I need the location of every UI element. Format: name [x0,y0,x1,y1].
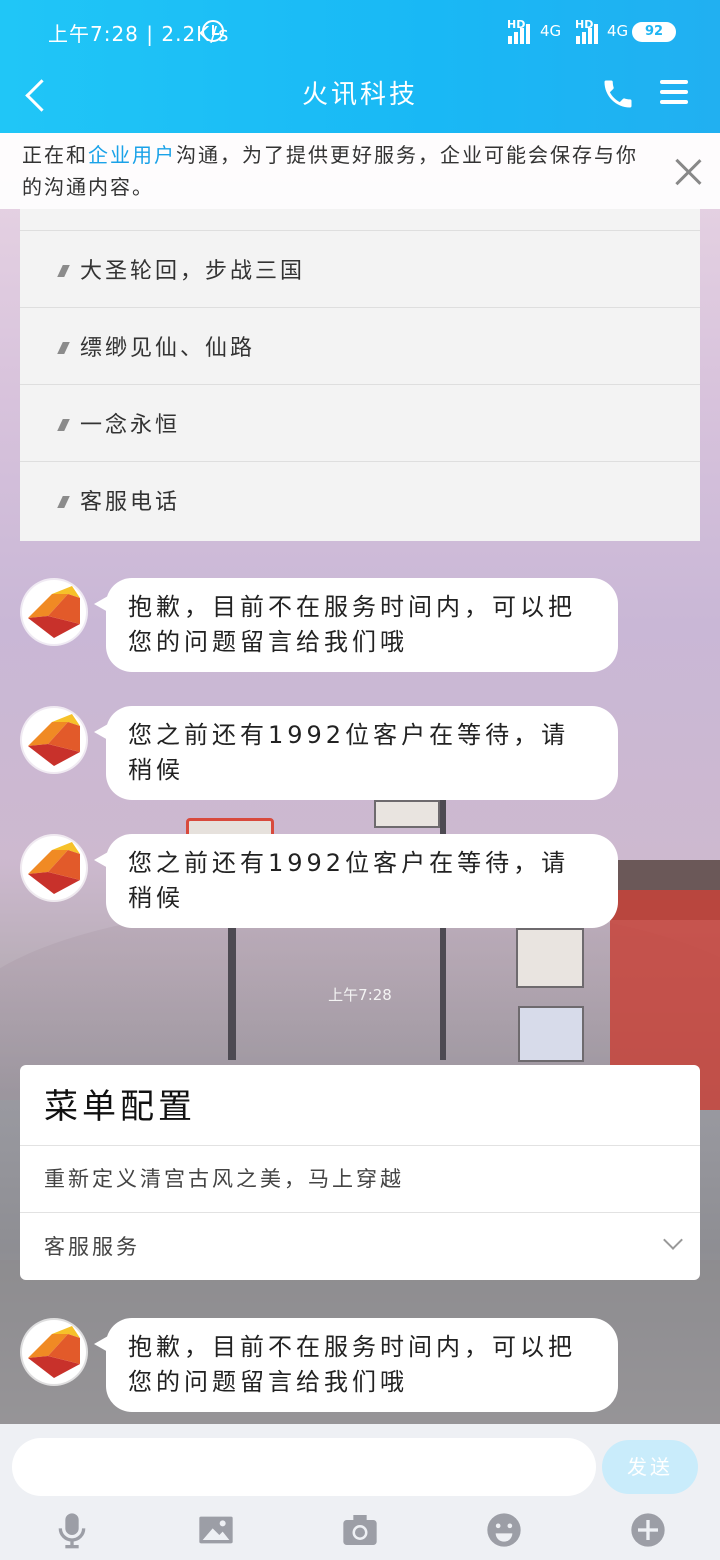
microphone-icon[interactable] [52,1510,92,1550]
emoji-icon[interactable] [484,1510,524,1550]
avatar[interactable] [22,1320,86,1384]
avatar[interactable] [22,708,86,772]
divider [20,1145,700,1146]
alarm-icon [202,20,224,42]
list-item[interactable]: 客服电话 [20,462,700,539]
bullet-icon [57,265,70,277]
network-type: 4G [540,22,562,40]
menu-list: 大圣轮回，步战三国 缥缈见仙、仙路 一念永恒 客服电话 [20,209,700,541]
menu-config-description[interactable]: 重新定义清宫古风之美，马上穿越 [44,1163,404,1193]
plus-icon[interactable] [628,1510,668,1550]
background-sign [374,800,440,828]
list-item[interactable]: 一念永恒 [20,385,700,462]
chat-header: 火讯科技 [0,66,720,133]
background-sign [518,1006,584,1062]
privacy-notice: 正在和企业用户沟通，为了提供更好服务，企业可能会保存与你的沟通内容。 [0,133,720,209]
message-bubble[interactable]: 您之前还有1992位客户在等待，请稍候 [94,706,618,800]
list-item-label: 一念永恒 [80,413,181,438]
notice-text: 正在和企业用户沟通，为了提供更好服务，企业可能会保存与你的沟通内容。 [22,139,652,203]
bullet-icon [57,342,70,354]
image-icon[interactable] [196,1510,236,1550]
bullet-icon [57,496,70,508]
battery-indicator: 92 [632,22,676,42]
top-bar: 上午7:28 | 2.2K/s HD 4G HD 4G 92 火讯科技 [0,0,720,133]
message-bubble[interactable]: 您之前还有1992位客户在等待，请稍候 [94,834,618,928]
status-bar: 上午7:28 | 2.2K/s HD 4G HD 4G 92 [0,0,720,66]
signal-icon [508,20,534,44]
camera-icon[interactable] [340,1510,380,1550]
notice-prefix: 正在和 [22,143,88,167]
menu-config-card: 菜单配置 重新定义清宫古风之美，马上穿越 客服服务 [20,1065,700,1280]
list-item-partial [20,209,700,231]
message-input[interactable] [12,1438,596,1496]
customer-service-option[interactable]: 客服服务 [44,1231,140,1261]
bullet-icon [57,419,70,431]
list-item-label: 客服电话 [80,490,181,515]
divider [20,1212,700,1213]
phone-icon[interactable] [600,76,636,112]
network-type: 4G [607,22,629,40]
input-toolbar [0,1508,720,1556]
menu-icon[interactable] [658,78,692,108]
background-sign [516,928,584,988]
message-timestamp: 上午7:28 [328,986,392,1004]
list-item-label: 缥缈见仙、仙路 [80,336,256,361]
message-bubble[interactable]: 抱歉，目前不在服务时间内，可以把您的问题留言给我们哦 [94,578,618,672]
list-item[interactable]: 缥缈见仙、仙路 [20,308,700,385]
chevron-down-icon[interactable] [663,1230,683,1250]
message-bubble[interactable]: 抱歉，目前不在服务时间内，可以把您的问题留言给我们哦 [94,1318,618,1412]
input-bar: 发送 [0,1424,720,1560]
signal-icon [576,20,602,44]
list-item-label: 大圣轮回，步战三国 [80,259,306,284]
avatar[interactable] [22,836,86,900]
send-button[interactable]: 发送 [602,1440,698,1494]
menu-config-title: 菜单配置 [44,1087,196,1127]
enterprise-user-link[interactable]: 企业用户 [88,143,176,167]
avatar[interactable] [22,580,86,644]
list-item[interactable]: 大圣轮回，步战三国 [20,231,700,308]
close-icon[interactable] [672,155,706,189]
